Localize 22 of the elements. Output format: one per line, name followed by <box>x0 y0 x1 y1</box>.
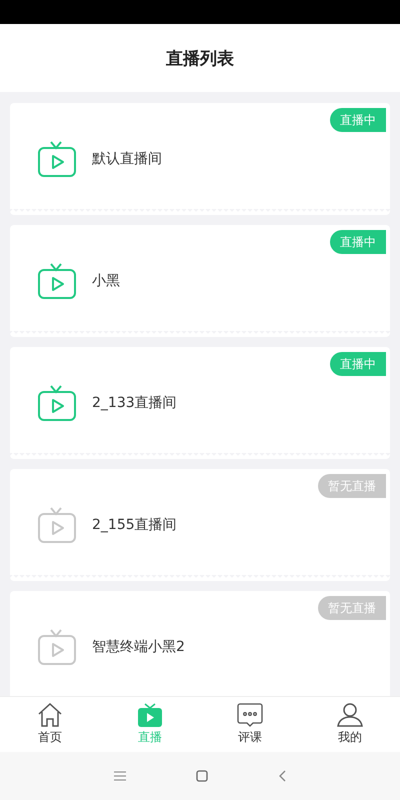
tab[interactable]: 我的 <box>300 697 400 752</box>
status-tag: 直播中 <box>330 108 386 132</box>
room-card[interactable]: 2_133直播间 直播中 <box>10 347 390 459</box>
room-name: 2_155直播间 <box>92 516 177 534</box>
room-name: 智慧终端小黑2 <box>92 638 185 656</box>
room-card[interactable]: 小黑 直播中 <box>10 225 390 337</box>
room-name: 2_133直播间 <box>92 394 177 412</box>
back-icon[interactable] <box>278 770 286 782</box>
chat-icon <box>237 703 263 727</box>
room-card[interactable]: 默认直播间 直播中 <box>10 103 390 215</box>
tab[interactable]: 首页 <box>0 697 100 752</box>
page-title: 直播列表 <box>166 48 234 70</box>
room-name: 默认直播间 <box>92 150 162 168</box>
room-name: 小黑 <box>92 272 120 290</box>
status-tag: 直播中 <box>330 352 386 376</box>
home-button-icon[interactable] <box>196 770 208 782</box>
home-icon <box>37 703 63 727</box>
user-icon <box>337 703 363 727</box>
status-tag: 直播中 <box>330 230 386 254</box>
menu-icon[interactable] <box>114 771 126 781</box>
tv-icon <box>137 703 163 727</box>
tab[interactable]: 评课 <box>200 697 300 752</box>
